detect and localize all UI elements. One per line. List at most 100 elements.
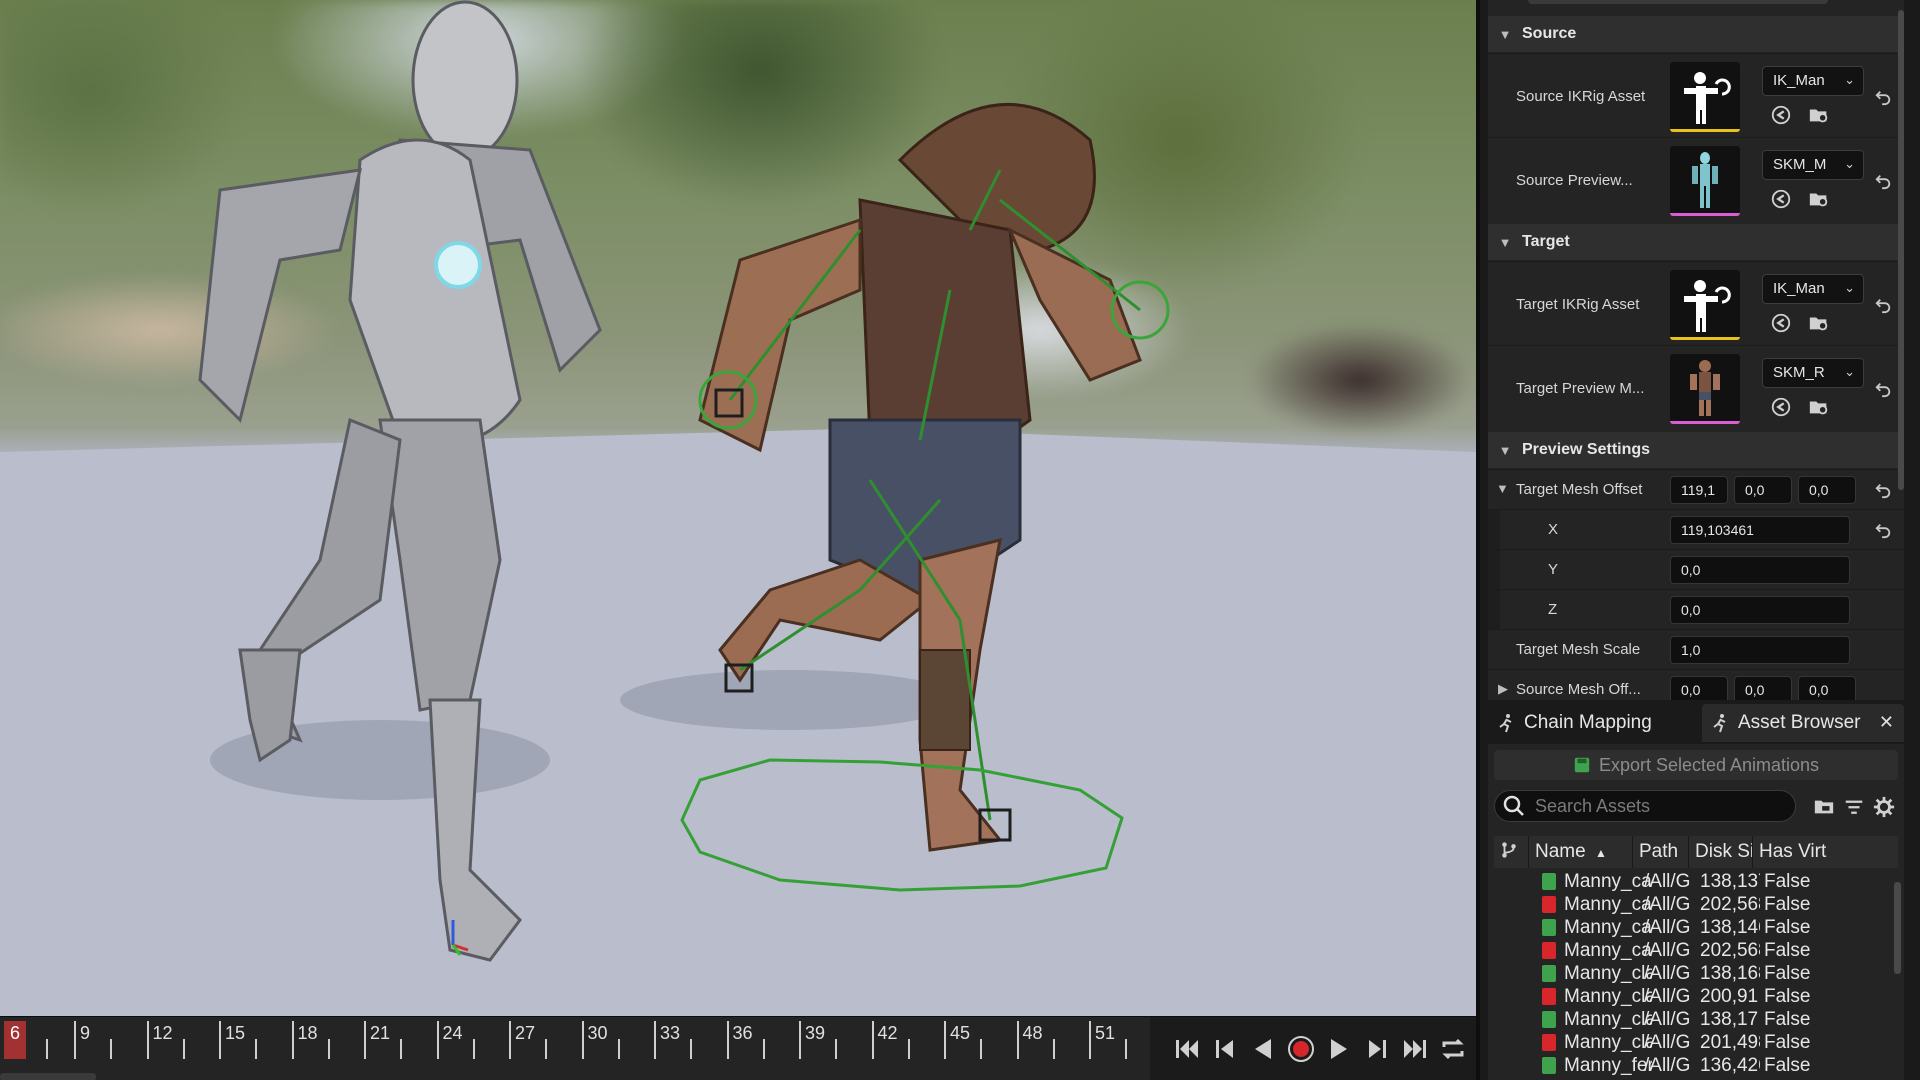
step-forward-icon: [1369, 1040, 1386, 1058]
offset-y-value-field[interactable]: 0,0: [1670, 556, 1850, 584]
use-selected-asset-icon[interactable]: [1768, 394, 1794, 420]
cell-name: Manny_cal: [1564, 871, 1652, 892]
tab-chain-mapping[interactable]: Chain Mapping: [1488, 704, 1698, 742]
animation-asset-icon: [1542, 1034, 1556, 1051]
target-preview-thumbnail[interactable]: [1670, 354, 1740, 424]
target-mesh-offset-row: ▼ Target Mesh Offset 119,1 0,0 0,0: [1488, 469, 1904, 509]
asset-type-color-bar: [1670, 421, 1740, 424]
viewport-scene: [0, 0, 1476, 1016]
play-reverse-button[interactable]: [1246, 1032, 1280, 1066]
gear-icon[interactable]: [1870, 794, 1898, 820]
table-row[interactable]: Manny_cla/All/G 201,498False: [1494, 1031, 1886, 1054]
target-ikrig-combo[interactable]: IK_Man ⌄: [1762, 274, 1864, 304]
reset-to-default-icon[interactable]: [1870, 477, 1896, 503]
offset-z-value-field[interactable]: 0,0: [1670, 596, 1850, 624]
source-preview-combo[interactable]: SKM_M ⌄: [1762, 150, 1864, 180]
collapse-arrow-icon: ▼: [1498, 442, 1512, 458]
timeline-scrollbar[interactable]: [0, 1073, 96, 1080]
tab-asset-browser[interactable]: Asset Browser ✕: [1702, 704, 1904, 742]
timeline[interactable]: 6 9 12 15 18 21 24 27 30 33 36 39 42 45 48 51: [0, 1016, 1476, 1080]
reset-to-default-icon[interactable]: [1870, 84, 1896, 110]
step-back-button[interactable]: [1208, 1032, 1242, 1066]
asset-type-color-bar: [1670, 129, 1740, 132]
details-search-bar[interactable]: [1528, 0, 1828, 4]
source-mesh-offset-label: Source Mesh Off...: [1516, 681, 1641, 698]
search-assets-input[interactable]: [1535, 795, 1775, 817]
target-mesh-scale-row: Target Mesh Scale 1,0: [1488, 629, 1904, 669]
cell-path: /All/G: [1644, 871, 1691, 892]
use-selected-asset-icon[interactable]: [1768, 186, 1794, 212]
target-preview-value: SKM_R: [1773, 364, 1825, 381]
details-panel: ▼ Source Source IKRig Asset IK_Man ⌄ Sou…: [1488, 0, 1904, 700]
source-ikrig-thumbnail[interactable]: [1670, 62, 1740, 132]
step-forward-button[interactable]: [1360, 1032, 1394, 1066]
browse-asset-icon[interactable]: [1806, 310, 1832, 336]
target-ikrig-thumbnail[interactable]: [1670, 270, 1740, 340]
source-category-header[interactable]: ▼ Source: [1488, 16, 1904, 52]
use-selected-asset-icon[interactable]: [1768, 310, 1794, 336]
source-preview-thumbnail[interactable]: [1670, 146, 1740, 216]
source-offset-z-field[interactable]: 0,0: [1798, 676, 1856, 700]
timeline-ruler[interactable]: 6 9 12 15 18 21 24 27 30 33 36 39 42 45 48 51: [0, 1017, 1150, 1080]
has-virtual-column-header[interactable]: Has Virt: [1752, 836, 1898, 868]
reset-to-default-icon[interactable]: [1870, 168, 1896, 194]
name-column-header[interactable]: Name ▲: [1528, 836, 1632, 868]
loop-button[interactable]: [1436, 1032, 1470, 1066]
offset-x-value-field[interactable]: 119,103461: [1670, 516, 1850, 544]
source-ikrig-combo[interactable]: IK_Man ⌄: [1762, 66, 1864, 96]
export-selected-animations-button[interactable]: Export Selected Animations: [1494, 750, 1898, 780]
table-row[interactable]: Manny_cal/All/G 202,568False: [1494, 893, 1886, 916]
jump-to-end-icon: [1404, 1040, 1426, 1058]
animation-asset-icon: [1542, 988, 1556, 1005]
timeline-major-tick: [436, 1021, 439, 1059]
table-row[interactable]: Manny_cal/All/G 138,146False: [1494, 916, 1886, 939]
expand-arrow-icon[interactable]: ▼: [1496, 481, 1509, 496]
play-button[interactable]: [1322, 1032, 1356, 1066]
cell-virt: False: [1764, 871, 1811, 892]
target-preview-combo[interactable]: SKM_R ⌄: [1762, 358, 1864, 388]
preview-settings-category-header[interactable]: ▼ Preview Settings: [1488, 432, 1904, 468]
source-offset-y-field[interactable]: 0,0: [1734, 676, 1792, 700]
record-button[interactable]: [1284, 1032, 1318, 1066]
timeline-major-tick: [364, 1021, 366, 1059]
browse-asset-icon[interactable]: [1806, 186, 1832, 212]
collapse-arrow-icon: ▼: [1498, 26, 1512, 42]
source-offset-x-field[interactable]: 0,0: [1670, 676, 1728, 700]
reset-to-default-icon[interactable]: [1870, 517, 1896, 543]
timeline-tick-label: 39: [805, 1023, 826, 1043]
target-mesh-scale-field[interactable]: 1,0: [1670, 636, 1850, 664]
table-row[interactable]: Manny_fer/All/G 136,426False: [1494, 1054, 1886, 1077]
jump-to-end-button[interactable]: [1398, 1032, 1432, 1066]
details-scrollbar[interactable]: [1898, 10, 1904, 490]
filter-icon[interactable]: [1840, 794, 1868, 820]
source-preview-row: Source Preview... SKM_M ⌄: [1488, 137, 1904, 221]
use-selected-asset-icon[interactable]: [1768, 102, 1794, 128]
disk-size-column-header[interactable]: Disk Siz: [1688, 836, 1752, 868]
offset-z-field[interactable]: 0,0: [1798, 476, 1856, 504]
asset-table-scrollbar[interactable]: [1894, 882, 1901, 974]
table-row[interactable]: Manny_cla/All/G 200,91 False: [1494, 985, 1886, 1008]
folder-view-icon[interactable]: [1810, 794, 1838, 820]
reset-to-default-icon[interactable]: [1870, 376, 1896, 402]
offset-x-field[interactable]: 119,1: [1670, 476, 1728, 504]
jump-to-start-button[interactable]: [1170, 1032, 1204, 1066]
table-row[interactable]: Manny_cal/All/G 138,137False: [1494, 870, 1886, 893]
table-row[interactable]: Manny_cal/All/G 202,568False: [1494, 939, 1886, 962]
close-icon[interactable]: ✕: [1879, 712, 1894, 733]
table-row[interactable]: Manny_cla/All/G 138,168False: [1494, 962, 1886, 985]
offset-y-field[interactable]: 0,0: [1734, 476, 1792, 504]
asset-table-rows: Manny_cal/All/G138,137FalseManny_cal/All…: [1494, 870, 1898, 1080]
timeline-minor-tick: [46, 1039, 48, 1059]
source-control-column-header[interactable]: [1494, 836, 1528, 868]
expand-arrow-icon[interactable]: ▶: [1498, 681, 1508, 697]
target-category-header[interactable]: ▼ Target: [1488, 224, 1904, 260]
viewport[interactable]: [0, 0, 1476, 1016]
table-row[interactable]: Manny_cla/All/G 138,17 False: [1494, 1008, 1886, 1031]
cell-size: 138,17: [1700, 1009, 1759, 1030]
reset-to-default-icon[interactable]: [1870, 292, 1896, 318]
search-assets-box[interactable]: [1494, 790, 1796, 822]
source-ikrig-label: Source IKRig Asset: [1516, 88, 1646, 105]
path-column-header[interactable]: Path: [1632, 836, 1688, 868]
browse-asset-icon[interactable]: [1806, 102, 1832, 128]
browse-asset-icon[interactable]: [1806, 394, 1832, 420]
